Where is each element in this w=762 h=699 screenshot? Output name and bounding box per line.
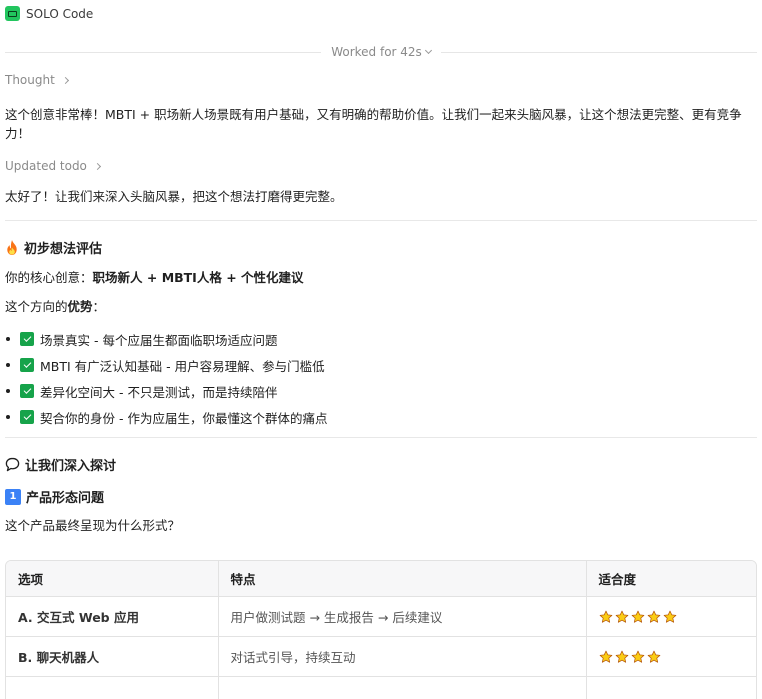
rating-cell <box>586 636 756 677</box>
option-cell: A. 交互式 Web 应用 <box>6 596 219 637</box>
app-header: SOLO Code <box>5 6 93 21</box>
rating-cell <box>586 596 756 637</box>
section-divider <box>5 437 757 438</box>
thought-label: Thought <box>5 73 55 87</box>
list-item: 契合你的身份 - 作为应届生，你最懂这个群体的痛点 <box>5 404 327 430</box>
explore-heading: 让我们深入探讨 <box>5 455 116 474</box>
feature-cell: 对话式引导，持续互动 <box>218 636 587 677</box>
chevron-right-icon <box>61 76 69 84</box>
terminal-icon <box>5 6 20 21</box>
star-icon <box>631 610 644 623</box>
advantages-intro: 这个方向的优势： <box>5 297 750 316</box>
star-icon <box>647 650 660 663</box>
list-item-text: 场景真实 - 每个应届生都面临职场适应问题 <box>40 332 278 348</box>
star-icon <box>663 610 676 623</box>
col-header-option: 选项 <box>6 561 219 597</box>
worked-label: Worked for 42s <box>331 45 422 59</box>
list-item-text: MBTI 有广泛认知基础 - 用户容易理解、参与门槛低 <box>40 358 325 374</box>
list-item-text: 契合你的身份 - 作为应届生，你最懂这个群体的痛点 <box>40 410 328 426</box>
speech-bubble-icon <box>5 457 20 472</box>
check-icon <box>20 384 34 398</box>
app-title: SOLO Code <box>26 6 94 21</box>
core-idea: 你的核心创意：职场新人 + MBTI人格 + 个性化建议 <box>5 268 750 287</box>
eval-heading: 初步想法评估 <box>5 238 102 257</box>
worked-divider: Worked for 42s <box>5 45 758 59</box>
option-cell: B. 聊天机器人 <box>6 636 219 677</box>
q1-heading-text: 产品形态问题 <box>26 491 105 506</box>
star-icon <box>599 610 612 623</box>
col-header-fit: 适合度 <box>586 561 756 597</box>
table-header-row: 选项 特点 适合度 <box>6 561 756 597</box>
chevron-down-icon <box>424 46 432 55</box>
feature-cell: 用户做测试题 → 生成报告 → 后续建议 <box>218 596 587 637</box>
star-icon <box>631 650 644 663</box>
advantages-bold: 优势 <box>67 299 93 314</box>
check-icon <box>20 332 34 346</box>
fire-icon <box>7 240 17 255</box>
list-item: 场景真实 - 每个应届生都面临职场适应问题 <box>5 326 327 352</box>
intro2-paragraph: 太好了！让我们来深入头脑风暴，把这个想法打磨得更完整。 <box>5 189 343 204</box>
advantages-list: 场景真实 - 每个应届生都面临职场适应问题 MBTI 有广泛认知基础 - 用户容… <box>5 326 327 430</box>
list-item: 差异化空间大 - 不只是测试，而是持续陪伴 <box>5 378 327 404</box>
star-icon <box>647 610 660 623</box>
eval-heading-text: 初步想法评估 <box>24 242 103 257</box>
table-row <box>6 676 756 699</box>
advantages-suffix: ： <box>92 299 106 314</box>
advantages-prefix: 这个方向的 <box>5 299 68 314</box>
star-icon <box>615 610 628 623</box>
worked-toggle[interactable]: Worked for 42s <box>321 45 441 59</box>
list-item-text: 差异化空间大 - 不只是测试，而是持续陪伴 <box>40 384 278 400</box>
q1-question: 这个产品最终呈现为什么形式？ <box>5 518 181 533</box>
todo-label: Updated todo <box>5 159 87 173</box>
keycap-one-icon: 1 <box>5 488 21 505</box>
todo-toggle[interactable]: Updated todo <box>5 159 101 173</box>
section-divider <box>5 220 757 221</box>
core-idea-prefix: 你的核心创意： <box>5 270 93 285</box>
thought-toggle[interactable]: Thought <box>5 73 69 87</box>
star-icon <box>615 650 628 663</box>
options-table: 选项 特点 适合度 A. 交互式 Web 应用 用户做测试题 → 生成报告 → … <box>5 560 757 699</box>
list-item: MBTI 有广泛认知基础 - 用户容易理解、参与门槛低 <box>5 352 327 378</box>
check-icon <box>20 358 34 372</box>
star-icon <box>599 650 612 663</box>
table-row: B. 聊天机器人 对话式引导，持续互动 <box>6 636 756 677</box>
q1-heading: 1 产品形态问题 <box>5 487 104 506</box>
core-idea-value: 职场新人 + MBTI人格 + 个性化建议 <box>92 270 304 285</box>
explore-heading-text: 让我们深入探讨 <box>25 459 117 474</box>
col-header-feature: 特点 <box>218 561 587 597</box>
table-row: A. 交互式 Web 应用 用户做测试题 → 生成报告 → 后续建议 <box>6 596 756 637</box>
check-icon <box>20 410 34 424</box>
intro-paragraph: 这个创意非常棒！MBTI + 职场新人场景既有用户基础，又有明确的帮助价值。让我… <box>5 107 742 141</box>
chevron-right-icon <box>93 162 101 170</box>
